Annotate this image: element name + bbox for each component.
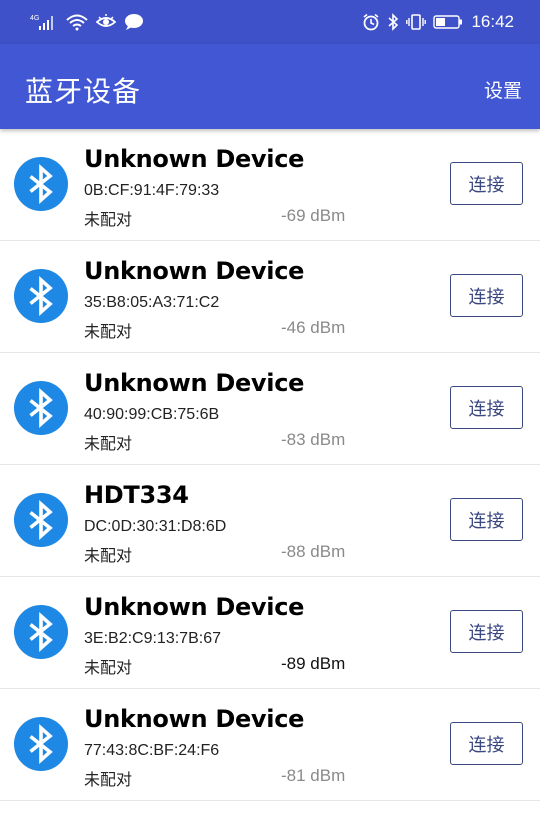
bluetooth-icon: [14, 269, 68, 323]
device-rssi: -69 dBm: [281, 206, 346, 225]
bluetooth-icon: [14, 717, 68, 771]
device-list: Unknown Device 0B:CF:91:4F:79:33 未配对 -69 dB…: [0, 129, 540, 801]
device-list-item[interactable]: Unknown Device 77:43:8C:BF:24:F6 未配对 -81 dB…: [0, 689, 540, 801]
device-rssi: -89 dBm: [281, 654, 346, 673]
eye-icon: [96, 14, 116, 30]
status-bar: 4G 16:42: [0, 0, 540, 44]
device-name: HDT334: [84, 481, 189, 509]
status-bar-left: 4G: [30, 12, 152, 32]
device-list-item[interactable]: HDT334 DC:0D:30:31:D8:6D 未配对 -88 dBm 连接: [0, 465, 540, 577]
device-list-item[interactable]: Unknown Device 3E:B2:C9:13:7B:67 未配对 -89 dB…: [0, 577, 540, 689]
vibrate-icon: [406, 13, 427, 31]
device-pair-status: 未配对: [84, 658, 133, 677]
device-list-item[interactable]: Unknown Device 0B:CF:91:4F:79:33 未配对 -69 dB…: [0, 129, 540, 241]
device-rssi: -81 dBm: [281, 766, 346, 785]
connect-button[interactable]: 连接: [450, 386, 523, 429]
device-mac-address: 77:43:8C:BF:24:F6: [84, 742, 220, 759]
device-mac-address: 40:90:99:CB:75:6B: [84, 406, 220, 423]
message-icon: [124, 13, 144, 31]
device-name: Unknown Device: [84, 145, 305, 173]
app-bar: 蓝牙设备 设置: [0, 44, 540, 129]
signal-icon: 4G: [30, 13, 58, 31]
alarm-icon: [362, 13, 380, 31]
bluetooth-icon: [14, 381, 68, 435]
bluetooth-status-icon: [387, 13, 399, 31]
device-mac-address: DC:0D:30:31:D8:6D: [84, 518, 227, 535]
device-name: Unknown Device: [84, 705, 305, 733]
device-rssi: -83 dBm: [281, 430, 346, 449]
device-pair-status: 未配对: [84, 770, 133, 789]
device-rssi: -46 dBm: [281, 318, 346, 337]
network-label: 4G: [30, 15, 39, 22]
device-name: Unknown Device: [84, 257, 305, 285]
device-pair-status: 未配对: [84, 322, 133, 341]
connect-button[interactable]: 连接: [450, 498, 523, 541]
connect-button[interactable]: 连接: [450, 722, 523, 765]
page-title: 蓝牙设备: [25, 75, 142, 108]
device-list-item[interactable]: Unknown Device 35:B8:05:A3:71:C2 未配对 -46 dB…: [0, 241, 540, 353]
status-bar-right: 16:42: [355, 11, 514, 33]
battery-icon: [433, 14, 463, 30]
bluetooth-icon: [14, 493, 68, 547]
device-pair-status: 未配对: [84, 434, 133, 453]
settings-button[interactable]: 设置: [484, 76, 522, 103]
device-mac-address: 3E:B2:C9:13:7B:67: [84, 630, 221, 647]
device-pair-status: 未配对: [84, 210, 133, 229]
device-name: Unknown Device: [84, 369, 305, 397]
device-pair-status: 未配对: [84, 546, 133, 565]
device-mac-address: 35:B8:05:A3:71:C2: [84, 294, 220, 311]
bluetooth-icon: [14, 605, 68, 659]
wifi-icon: [66, 13, 88, 31]
device-list-item[interactable]: Unknown Device 40:90:99:CB:75:6B 未配对 -83 dB…: [0, 353, 540, 465]
status-time: 16:42: [471, 12, 514, 31]
device-name: Unknown Device: [84, 593, 305, 621]
bluetooth-icon: [14, 157, 68, 211]
device-mac-address: 0B:CF:91:4F:79:33: [84, 182, 220, 199]
device-rssi: -88 dBm: [281, 542, 346, 561]
connect-button[interactable]: 连接: [450, 610, 523, 653]
connect-button[interactable]: 连接: [450, 274, 523, 317]
connect-button[interactable]: 连接: [450, 162, 523, 205]
